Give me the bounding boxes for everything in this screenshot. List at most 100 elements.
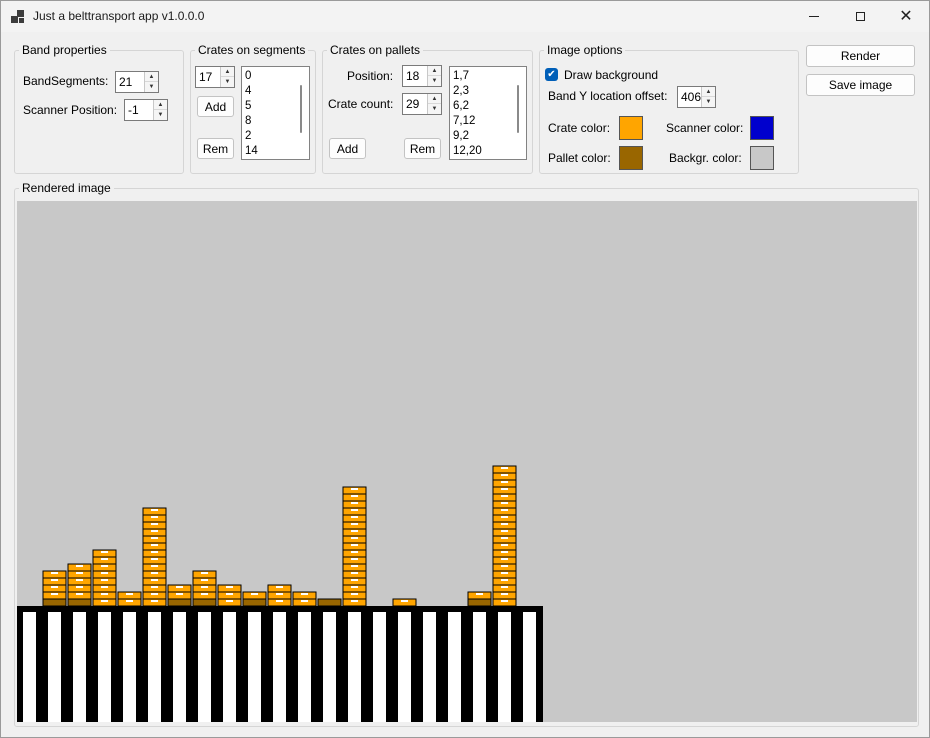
belt-segment	[373, 612, 386, 722]
crate-label	[76, 565, 83, 567]
pallet-color-label: Pallet color:	[548, 151, 611, 165]
segment-crates-list[interactable]: 0 4 5 8 2 14	[241, 66, 310, 160]
list-item[interactable]: 1,7	[453, 69, 469, 84]
checkmark-icon: ✔	[547, 68, 556, 80]
crate-label	[351, 586, 358, 588]
crate-label	[276, 586, 283, 588]
list-item[interactable]: 0	[245, 69, 251, 84]
remove-pallet-button[interactable]: Rem	[404, 138, 441, 159]
spin-up-icon[interactable]: ▲	[145, 72, 158, 82]
scanner-position-value[interactable]: -1	[128, 103, 139, 117]
scrollbar-thumb[interactable]	[300, 85, 302, 133]
band-segments-stepper[interactable]: 21 ▲ ▼	[115, 71, 159, 93]
background-color-swatch[interactable]	[750, 146, 774, 170]
belt-segment	[348, 612, 361, 722]
pallet-position-label: Position:	[347, 69, 394, 83]
spin-up-icon[interactable]: ▲	[428, 94, 441, 104]
band-y-offset-value[interactable]: 406	[681, 90, 701, 104]
scanner-color-label: Scanner color:	[666, 121, 744, 135]
crate-label	[51, 579, 58, 581]
spin-up-icon[interactable]: ▲	[221, 67, 234, 77]
crate-label	[276, 600, 283, 602]
app-window: Just a belttransport app v1.0.0.0 ✕ Band…	[0, 0, 930, 738]
list-item[interactable]: 2	[245, 129, 251, 144]
pallet-position-stepper[interactable]: 18 ▲ ▼	[402, 65, 442, 87]
rendered-image-legend: Rendered image	[22, 181, 111, 195]
scanner-color-swatch[interactable]	[750, 116, 774, 140]
draw-background-checkbox[interactable]: ✔	[545, 68, 558, 81]
list-item[interactable]: 5	[245, 99, 251, 114]
maximize-button[interactable]	[837, 1, 883, 32]
render-button[interactable]: Render	[806, 45, 915, 67]
draw-background-label[interactable]: Draw background	[564, 68, 658, 82]
add-segment-crate-button[interactable]: Add	[197, 96, 234, 117]
crate-label	[151, 600, 158, 602]
scanner-position-label: Scanner Position:	[23, 103, 118, 117]
belt-segment	[298, 612, 311, 722]
crate-label	[251, 593, 258, 595]
close-button[interactable]: ✕	[883, 1, 929, 32]
crate-color-swatch[interactable]	[619, 116, 643, 140]
list-item[interactable]: 6,2	[453, 99, 469, 114]
crate-label	[501, 509, 508, 511]
crate-label	[151, 544, 158, 546]
crate-label	[351, 544, 358, 546]
crate-label	[501, 488, 508, 490]
crate-label	[501, 579, 508, 581]
spin-down-icon[interactable]: ▼	[702, 97, 715, 107]
crate-count-value[interactable]: 29	[406, 97, 419, 111]
crate-label	[101, 600, 108, 602]
spin-down-icon[interactable]: ▼	[428, 76, 441, 86]
belt-segment	[98, 612, 111, 722]
spin-down-icon[interactable]: ▼	[221, 77, 234, 87]
crate-label	[151, 516, 158, 518]
background-color-label: Backgr. color:	[669, 151, 742, 165]
list-item[interactable]: 4	[245, 84, 251, 99]
list-item[interactable]: 7,12	[453, 114, 475, 129]
spin-down-icon[interactable]: ▼	[154, 110, 167, 120]
segment-crate-value[interactable]: 17	[199, 70, 212, 84]
belt-segment	[423, 612, 436, 722]
pallet-crates-list[interactable]: 1,7 2,3 6,2 7,12 9,2 12,20	[449, 66, 527, 160]
minimize-icon	[809, 16, 819, 17]
band-y-offset-stepper[interactable]: 406 ▲ ▼	[677, 86, 716, 108]
scrollbar-thumb[interactable]	[517, 85, 519, 133]
crate-label	[501, 544, 508, 546]
spin-up-icon[interactable]: ▲	[154, 100, 167, 110]
belt-segment	[198, 612, 211, 722]
crate-label	[76, 579, 83, 581]
pallet-position-value[interactable]: 18	[406, 69, 419, 83]
list-item[interactable]: 2,3	[453, 84, 469, 99]
list-item[interactable]: 14	[245, 144, 258, 159]
crate-label	[151, 551, 158, 553]
crate-label	[351, 558, 358, 560]
crate-label	[501, 586, 508, 588]
title-bar[interactable]: Just a belttransport app v1.0.0.0 ✕	[1, 1, 929, 32]
pallet-color-swatch[interactable]	[619, 146, 643, 170]
belt-render	[17, 465, 543, 722]
crate-label	[176, 586, 183, 588]
remove-segment-crate-button[interactable]: Rem	[197, 138, 234, 159]
belt-segment	[323, 612, 336, 722]
spin-down-icon[interactable]: ▼	[428, 104, 441, 114]
pallet	[242, 598, 267, 607]
spin-up-icon[interactable]: ▲	[428, 66, 441, 76]
crate-label	[351, 565, 358, 567]
save-image-button[interactable]: Save image	[806, 74, 915, 96]
list-item[interactable]: 12,20	[453, 144, 482, 159]
crate-count-stepper[interactable]: 29 ▲ ▼	[402, 93, 442, 115]
scanner-position-stepper[interactable]: -1 ▲ ▼	[124, 99, 168, 121]
add-pallet-button[interactable]: Add	[329, 138, 366, 159]
spin-up-icon[interactable]: ▲	[702, 87, 715, 97]
minimize-button[interactable]	[791, 1, 837, 32]
crate-label	[351, 593, 358, 595]
segment-crate-stepper[interactable]: 17 ▲ ▼	[195, 66, 235, 88]
crate-label	[101, 558, 108, 560]
list-item[interactable]: 8	[245, 114, 251, 129]
list-item[interactable]: 9,2	[453, 129, 469, 144]
crate-label	[101, 579, 108, 581]
pallet	[192, 598, 217, 607]
band-segments-value[interactable]: 21	[119, 75, 132, 89]
app-icon	[11, 10, 25, 24]
spin-down-icon[interactable]: ▼	[145, 82, 158, 92]
